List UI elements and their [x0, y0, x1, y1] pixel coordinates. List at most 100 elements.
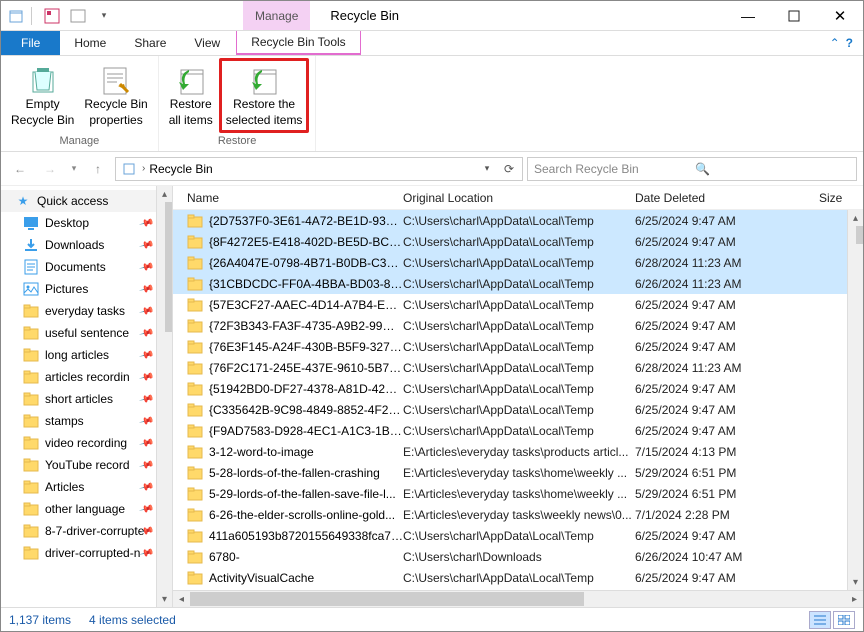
sidebar-item-label: video recording — [45, 436, 127, 450]
pin-icon: 📌 — [138, 457, 154, 473]
file-location: C:\Users\charl\AppData\Local\Temp — [403, 319, 635, 333]
sidebar-item[interactable]: 8-7-driver-corrupte📌 — [1, 520, 172, 542]
pictures-icon — [23, 281, 39, 297]
sidebar-item[interactable]: Desktop📌 — [1, 212, 172, 234]
restore-all-items-button[interactable]: Restoreall items — [165, 58, 217, 133]
tab-view[interactable]: View — [180, 31, 234, 55]
pin-icon: 📌 — [138, 369, 154, 385]
restore-selected-items-button[interactable]: Restore theselected items — [219, 58, 310, 133]
file-row[interactable]: 411a605193b8720155649338fca7180fC:\Users… — [173, 525, 863, 546]
tab-recycle-bin-tools[interactable]: Recycle Bin Tools — [236, 31, 361, 55]
sidebar-item-label: 8-7-driver-corrupte — [45, 524, 144, 538]
qat-dropdown-icon[interactable]: ▾ — [93, 5, 115, 27]
file-row[interactable]: {76E3F145-A24F-430B-B5F9-3274FE...C:\Use… — [173, 336, 863, 357]
recent-locations-dropdown[interactable]: ▾ — [67, 156, 81, 182]
file-date: 6/26/2024 11:23 AM — [635, 277, 863, 291]
column-date-deleted[interactable]: Date Deleted — [635, 191, 819, 205]
file-row[interactable]: {C335642B-9C98-4849-8852-4F234...C:\User… — [173, 399, 863, 420]
file-row[interactable]: {2D7537F0-3E61-4A72-BE1D-9318D...C:\User… — [173, 210, 863, 231]
file-row[interactable]: {F9AD7583-D928-4EC1-A1C3-1BA5...C:\Users… — [173, 420, 863, 441]
search-box[interactable]: Search Recycle Bin 🔍 — [527, 157, 857, 181]
file-row[interactable]: 6780-C:\Users\charl\Downloads6/26/2024 1… — [173, 546, 863, 567]
close-button[interactable]: ✕ — [817, 1, 863, 30]
ribbon-collapse[interactable]: ⌃ ? — [820, 31, 863, 55]
file-row[interactable]: {57E3CF27-AAEC-4D14-A7B4-EAEE...C:\Users… — [173, 294, 863, 315]
sidebar-quick-access[interactable]: ★Quick access — [1, 190, 172, 212]
content-scrollbar-horizontal[interactable]: ◂ ▸ — [173, 590, 863, 607]
sidebar-item[interactable]: video recording📌 — [1, 432, 172, 454]
file-row[interactable]: ActivityVisualCacheC:\Users\charl\AppDat… — [173, 567, 863, 588]
file-row[interactable]: {31CBDCDC-FF0A-4BBA-BD03-8F5...C:\Users\… — [173, 273, 863, 294]
tab-home[interactable]: Home — [60, 31, 120, 55]
content-scrollbar-vertical[interactable]: ▴ ▾ — [847, 210, 863, 590]
sidebar-item[interactable]: Pictures📌 — [1, 278, 172, 300]
file-row[interactable]: 6-26-the-elder-scrolls-online-gold...E:\… — [173, 504, 863, 525]
pin-icon: 📌 — [138, 501, 154, 517]
sidebar-item[interactable]: short articles📌 — [1, 388, 172, 410]
file-date: 7/1/2024 2:28 PM — [635, 508, 863, 522]
file-row[interactable]: {51942BD0-DF27-4378-A81D-428F8...C:\User… — [173, 378, 863, 399]
scroll-up-icon[interactable]: ▴ — [848, 210, 864, 226]
file-row[interactable]: {72F3B343-FA3F-4735-A9B2-99C46...C:\User… — [173, 315, 863, 336]
folder-icon — [187, 382, 203, 396]
file-row[interactable]: {8F4272E5-E418-402D-BE5D-BC110...C:\User… — [173, 231, 863, 252]
sidebar-item[interactable]: articles recordin📌 — [1, 366, 172, 388]
column-original-location[interactable]: Original Location — [403, 191, 635, 205]
scroll-up-icon[interactable]: ▴ — [157, 186, 173, 202]
breadcrumb-box[interactable]: › Recycle Bin ▾ ⟳ — [115, 157, 523, 181]
tab-share[interactable]: Share — [120, 31, 180, 55]
sidebar-item[interactable]: driver-corrupted-n📌 — [1, 542, 172, 564]
breadcrumb-recycle-bin[interactable]: Recycle Bin — [149, 162, 212, 176]
sidebar-scrollbar[interactable]: ▴ ▾ — [156, 186, 172, 607]
sidebar-item[interactable]: other language📌 — [1, 498, 172, 520]
sidebar-item[interactable]: useful sentence📌 — [1, 322, 172, 344]
file-name: {72F3B343-FA3F-4735-A9B2-99C46... — [209, 319, 403, 333]
refresh-icon[interactable]: ⟳ — [500, 160, 518, 178]
file-name: {F9AD7583-D928-4EC1-A1C3-1BA5... — [209, 424, 403, 438]
folder-icon — [23, 369, 39, 385]
scroll-right-icon[interactable]: ▸ — [846, 594, 863, 605]
up-button[interactable]: ↑ — [85, 156, 111, 182]
large-icons-view-button[interactable] — [833, 611, 855, 629]
file-menu[interactable]: File — [1, 31, 60, 55]
scroll-left-icon[interactable]: ◂ — [173, 594, 190, 605]
sidebar-item[interactable]: YouTube record📌 — [1, 454, 172, 476]
breadcrumb-sep-icon: › — [142, 163, 145, 174]
recycle-bin-properties-button[interactable]: Recycle Binproperties — [80, 58, 151, 133]
folder-icon — [187, 340, 203, 354]
file-row[interactable]: {26A4047E-0798-4B71-B0DB-C3019...C:\User… — [173, 252, 863, 273]
properties-icon[interactable] — [41, 5, 63, 27]
sidebar-item[interactable]: stamps📌 — [1, 410, 172, 432]
maximize-button[interactable] — [771, 1, 817, 30]
file-row[interactable]: 3-12-word-to-imageE:\Articles\everyday t… — [173, 441, 863, 462]
sidebar-item[interactable]: everyday tasks📌 — [1, 300, 172, 322]
folder-icon — [23, 501, 39, 517]
sidebar-item[interactable]: long articles📌 — [1, 344, 172, 366]
pin-icon: 📌 — [138, 303, 154, 319]
file-name: 5-29-lords-of-the-fallen-save-file-l... — [209, 487, 396, 501]
file-row[interactable]: 5-29-lords-of-the-fallen-save-file-l...E… — [173, 483, 863, 504]
help-icon[interactable]: ? — [846, 36, 853, 50]
file-date: 6/25/2024 9:47 AM — [635, 529, 863, 543]
file-row[interactable]: 5-28-lords-of-the-fallen-crashingE:\Arti… — [173, 462, 863, 483]
file-name: {31CBDCDC-FF0A-4BBA-BD03-8F5... — [209, 277, 403, 291]
file-row[interactable]: {76F2C171-245E-437E-9610-5B78A9...C:\Use… — [173, 357, 863, 378]
details-view-button[interactable] — [809, 611, 831, 629]
sidebar-item[interactable]: Documents📌 — [1, 256, 172, 278]
empty-recycle-bin-button[interactable]: EmptyRecycle Bin — [7, 58, 78, 133]
sidebar-item[interactable]: Articles📌 — [1, 476, 172, 498]
title-bar: ▾ Manage Recycle Bin — ✕ — [1, 1, 863, 31]
sidebar-item[interactable]: Downloads📌 — [1, 234, 172, 256]
scroll-down-icon[interactable]: ▾ — [848, 574, 864, 590]
new-folder-icon[interactable] — [67, 5, 89, 27]
address-dropdown-icon[interactable]: ▾ — [478, 160, 496, 178]
folder-icon — [23, 325, 39, 341]
scroll-down-icon[interactable]: ▾ — [157, 591, 173, 607]
pin-icon: 📌 — [138, 237, 154, 253]
minimize-button[interactable]: — — [725, 1, 771, 30]
back-button[interactable]: ← — [7, 156, 33, 182]
forward-button[interactable]: → — [37, 156, 63, 182]
file-list[interactable]: ▴ ▾ {2D7537F0-3E61-4A72-BE1D-9318D...C:\… — [173, 210, 863, 590]
column-size[interactable]: Size — [819, 191, 863, 205]
column-name[interactable]: Name — [173, 191, 403, 205]
